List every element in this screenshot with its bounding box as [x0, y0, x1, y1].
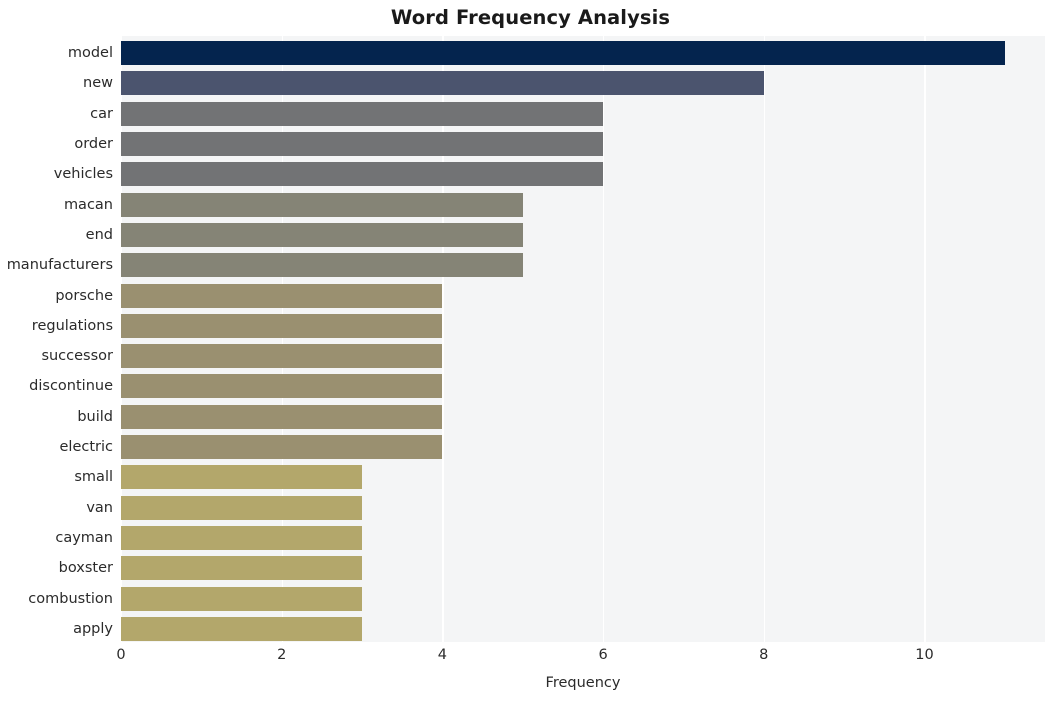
x-tick-label-10: 10 — [915, 647, 934, 663]
x-axis-tick-labels: 0 2 4 6 8 10 — [0, 648, 1061, 672]
y-tick-label-regulations: regulations — [31, 317, 113, 334]
bar-car — [121, 101, 604, 126]
bar-cayman — [121, 525, 363, 550]
bar-electric — [121, 435, 443, 460]
x-tick-label-6: 6 — [598, 647, 608, 663]
bar-model — [121, 41, 1005, 66]
x-tick-label-4: 4 — [437, 647, 448, 663]
bar-small — [121, 465, 363, 490]
y-tick-label-van: van — [86, 499, 113, 516]
bar-regulations — [121, 313, 443, 338]
y-tick-label-successor: successor — [41, 348, 113, 365]
bar-series — [121, 36, 1045, 642]
y-tick-label-car: car — [90, 105, 113, 122]
y-tick-label-electric: electric — [59, 439, 114, 456]
chart-title: Word Frequency Analysis — [390, 6, 671, 29]
bar-end — [121, 222, 523, 247]
y-tick-label-apply: apply — [73, 620, 113, 637]
y-tick-label-vehicles: vehicles — [53, 166, 113, 183]
bar-new — [121, 71, 764, 96]
y-tick-label-discontinue: discontinue — [29, 378, 113, 395]
bar-apply — [121, 616, 363, 641]
x-tick-label-0: 0 — [116, 647, 126, 663]
y-tick-label-cayman: cayman — [55, 529, 113, 546]
bar-vehicles — [121, 162, 604, 187]
chart-figure: Word Frequency Analysis model new car order… — [0, 0, 1061, 701]
x-axis-title: Frequency — [545, 675, 621, 691]
y-tick-label-macan: macan — [63, 196, 113, 213]
y-tick-label-manufacturers: manufacturers — [6, 257, 113, 274]
y-tick-label-porsche: porsche — [55, 287, 113, 304]
y-tick-label-new: new — [83, 75, 113, 92]
y-tick-label-combustion: combustion — [28, 590, 113, 607]
bar-combustion — [121, 586, 363, 611]
y-tick-label-boxster: boxster — [58, 560, 113, 577]
x-tick-label-8: 8 — [759, 647, 769, 663]
y-tick-label-order: order — [74, 136, 113, 153]
bar-order — [121, 132, 604, 157]
y-tick-label-build: build — [77, 408, 113, 425]
bar-porsche — [121, 283, 443, 308]
y-tick-label-model: model — [67, 45, 113, 62]
bar-van — [121, 495, 363, 520]
bar-build — [121, 404, 443, 429]
plot-area — [121, 36, 1045, 642]
y-axis-tick-labels: model new car order vehicles macan end manufact… — [0, 36, 113, 642]
bar-manufacturers — [121, 253, 523, 278]
bar-successor — [121, 344, 443, 369]
bar-macan — [121, 192, 523, 217]
bar-discontinue — [121, 374, 443, 399]
y-tick-label-end: end — [85, 226, 113, 243]
y-tick-label-small: small — [74, 469, 113, 486]
bar-boxster — [121, 556, 363, 581]
x-tick-label-2: 2 — [277, 647, 287, 663]
